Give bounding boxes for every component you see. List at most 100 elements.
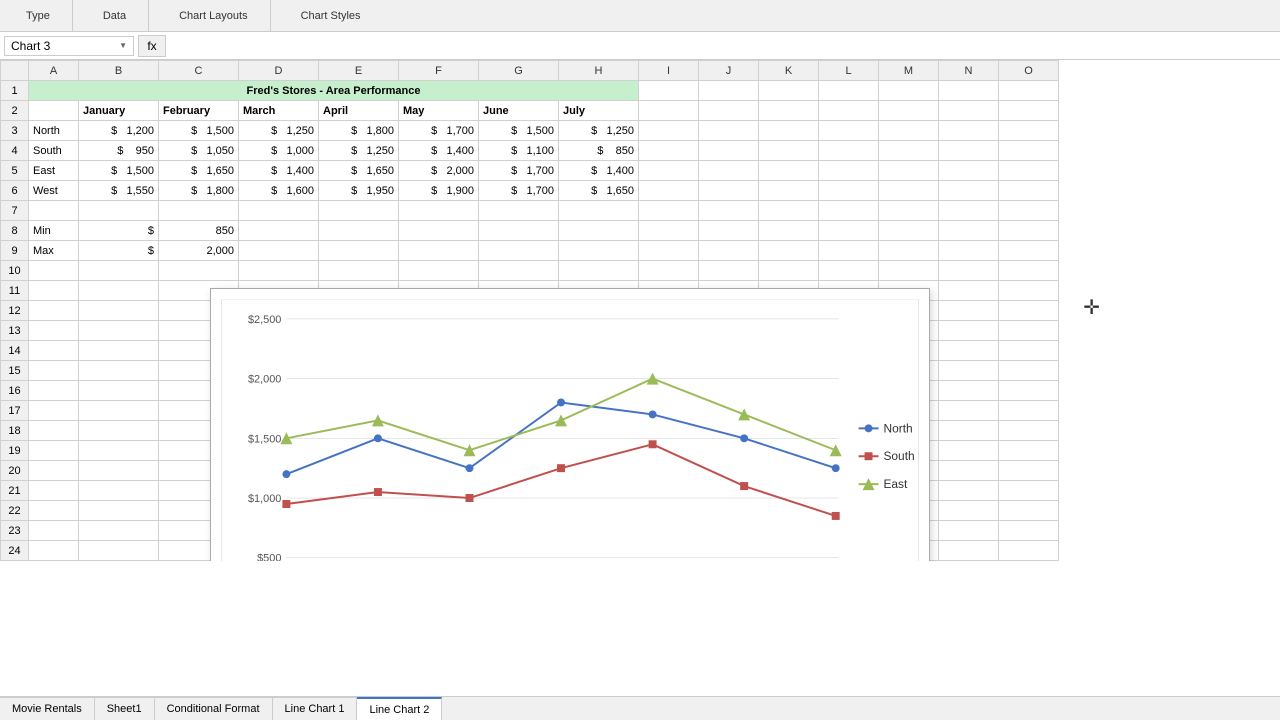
chart-overlay[interactable]: $2,500 $2,000 $1,500 $1,000 $500 $- Janu… [210, 288, 930, 561]
cell-a6[interactable]: West [29, 181, 79, 201]
cell-n4[interactable] [939, 141, 999, 161]
cell-k6[interactable] [759, 181, 819, 201]
cell-g6[interactable]: $ 1,700 [479, 181, 559, 201]
cell-j5[interactable] [699, 161, 759, 181]
cell-e3[interactable]: $ 1,800 [319, 121, 399, 141]
cell-d8[interactable] [239, 221, 319, 241]
col-header-f[interactable]: F [399, 61, 479, 81]
cell-b7[interactable] [79, 201, 159, 221]
cell-l8[interactable] [819, 221, 879, 241]
cell-o4[interactable] [999, 141, 1059, 161]
cell-e8[interactable] [319, 221, 399, 241]
cell-f9[interactable] [399, 241, 479, 261]
cell-a2[interactable] [29, 101, 79, 121]
cell-f8[interactable] [399, 221, 479, 241]
cell-l2[interactable] [819, 101, 879, 121]
cell-d2[interactable]: March [239, 101, 319, 121]
col-header-o[interactable]: O [999, 61, 1059, 81]
cell-m3[interactable] [879, 121, 939, 141]
cell-o9[interactable] [999, 241, 1059, 261]
col-header-l[interactable]: L [819, 61, 879, 81]
cell-a7[interactable] [29, 201, 79, 221]
cell-m8[interactable] [879, 221, 939, 241]
cell-k9[interactable] [759, 241, 819, 261]
cell-d4[interactable]: $ 1,000 [239, 141, 319, 161]
cell-i4[interactable] [639, 141, 699, 161]
cell-b9[interactable]: $ [79, 241, 159, 261]
cell-a9[interactable]: Max [29, 241, 79, 261]
cell-c8[interactable]: 850 [159, 221, 239, 241]
cell-o3[interactable] [999, 121, 1059, 141]
cell-k5[interactable] [759, 161, 819, 181]
cell-g4[interactable]: $ 1,100 [479, 141, 559, 161]
cell-o2[interactable] [999, 101, 1059, 121]
cell-a5[interactable]: East [29, 161, 79, 181]
cell-o1[interactable] [999, 81, 1059, 101]
cell-e4[interactable]: $ 1,250 [319, 141, 399, 161]
tab-data[interactable]: Data [93, 6, 136, 26]
cell-n6[interactable] [939, 181, 999, 201]
col-header-i[interactable]: I [639, 61, 699, 81]
cell-e5[interactable]: $ 1,650 [319, 161, 399, 181]
cell-n1[interactable] [939, 81, 999, 101]
cell-h9[interactable] [559, 241, 639, 261]
cell-b4[interactable]: $ 950 [79, 141, 159, 161]
cell-c5[interactable]: $ 1,650 [159, 161, 239, 181]
col-header-g[interactable]: G [479, 61, 559, 81]
sheet-tab-sheet1[interactable]: Sheet1 [95, 697, 155, 720]
cell-j2[interactable] [699, 101, 759, 121]
cell-l3[interactable] [819, 121, 879, 141]
cell-f4[interactable]: $ 1,400 [399, 141, 479, 161]
cell-i5[interactable] [639, 161, 699, 181]
sheet-tab-line-chart-2[interactable]: Line Chart 2 [357, 697, 442, 720]
cell-i6[interactable] [639, 181, 699, 201]
cell-k1[interactable] [759, 81, 819, 101]
cell-l4[interactable] [819, 141, 879, 161]
col-header-e[interactable]: E [319, 61, 399, 81]
formula-input[interactable] [170, 35, 1276, 57]
col-header-n[interactable]: N [939, 61, 999, 81]
cell-j6[interactable] [699, 181, 759, 201]
cell-f5[interactable]: $ 2,000 [399, 161, 479, 181]
cell-b8[interactable]: $ [79, 221, 159, 241]
cell-j4[interactable] [699, 141, 759, 161]
cell-f7[interactable] [399, 201, 479, 221]
cell-k3[interactable] [759, 121, 819, 141]
cell-f2[interactable]: May [399, 101, 479, 121]
cell-e9[interactable] [319, 241, 399, 261]
col-header-d[interactable]: D [239, 61, 319, 81]
cell-c4[interactable]: $ 1,050 [159, 141, 239, 161]
cell-l1[interactable] [819, 81, 879, 101]
cell-l7[interactable] [819, 201, 879, 221]
cell-e6[interactable]: $ 1,950 [319, 181, 399, 201]
cell-g7[interactable] [479, 201, 559, 221]
cell-o8[interactable] [999, 221, 1059, 241]
cell-h3[interactable]: $ 1,250 [559, 121, 639, 141]
cell-b6[interactable]: $ 1,550 [79, 181, 159, 201]
cell-l5[interactable] [819, 161, 879, 181]
col-header-b[interactable]: B [79, 61, 159, 81]
cell-i8[interactable] [639, 221, 699, 241]
col-header-h[interactable]: H [559, 61, 639, 81]
col-header-k[interactable]: K [759, 61, 819, 81]
cell-g9[interactable] [479, 241, 559, 261]
cell-b5[interactable]: $ 1,500 [79, 161, 159, 181]
cell-n8[interactable] [939, 221, 999, 241]
cell-e2[interactable]: April [319, 101, 399, 121]
cell-m7[interactable] [879, 201, 939, 221]
cell-n3[interactable] [939, 121, 999, 141]
cell-l6[interactable] [819, 181, 879, 201]
sheet-tab-line-chart-1[interactable]: Line Chart 1 [273, 697, 358, 720]
tab-chart-layouts[interactable]: Chart Layouts [169, 6, 257, 26]
cell-h7[interactable] [559, 201, 639, 221]
cell-c3[interactable]: $ 1,500 [159, 121, 239, 141]
cell-f6[interactable]: $ 1,900 [399, 181, 479, 201]
cell-m6[interactable] [879, 181, 939, 201]
cell-m1[interactable] [879, 81, 939, 101]
cell-b3[interactable]: $ 1,200 [79, 121, 159, 141]
cell-b2[interactable]: January [79, 101, 159, 121]
cell-j9[interactable] [699, 241, 759, 261]
cell-n7[interactable] [939, 201, 999, 221]
cell-o7[interactable] [999, 201, 1059, 221]
cell-n2[interactable] [939, 101, 999, 121]
